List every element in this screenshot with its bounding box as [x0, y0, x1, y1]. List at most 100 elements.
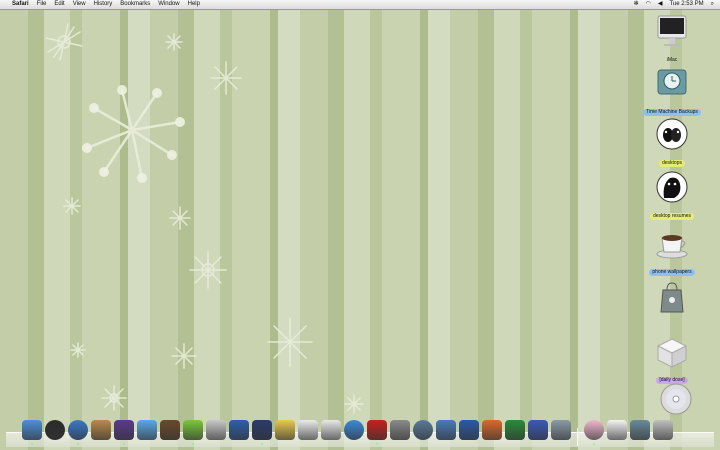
desktop-icon-daily-dose[interactable]: [daily dose]: [640, 334, 704, 386]
dock-item-green-app[interactable]: [183, 420, 203, 445]
dock-item-pen[interactable]: [275, 420, 295, 442]
quicktime-icon: [344, 420, 364, 440]
dock-item-time-machine-dock[interactable]: [413, 420, 433, 442]
desktop-icon-desktops[interactable]: desktops: [640, 117, 704, 169]
dock-item-address-book[interactable]: [91, 420, 111, 442]
desktop-icon-bag[interactable]: [640, 280, 704, 314]
wizard-icon: [114, 420, 134, 440]
desktop-icon-dvd[interactable]: [644, 382, 708, 416]
documents-stack-icon: [607, 420, 627, 440]
folder-stack-icon: [630, 420, 650, 440]
snowflake-pattern: [45, 23, 364, 414]
running-indicator: [261, 443, 263, 445]
safari-icon: [68, 420, 88, 440]
desktop-icon-label: iMac: [666, 57, 678, 63]
running-indicator: [192, 443, 194, 445]
preview-icon: [229, 420, 249, 440]
itunes-icon: [137, 420, 157, 440]
dock-item-safari[interactable]: [68, 420, 88, 445]
desktop-icon-label: desktops: [658, 160, 685, 167]
photo-booth-icon: [160, 420, 180, 440]
desktop-icon-imac[interactable]: iMac: [640, 14, 704, 66]
ical-icon: [321, 420, 341, 440]
excel-icon: [505, 420, 525, 440]
menu-window[interactable]: Window: [158, 0, 179, 9]
menu-edit[interactable]: Edit: [54, 0, 64, 9]
running-indicator: [593, 443, 595, 445]
address-book-icon: [91, 420, 111, 440]
menu-bookmarks[interactable]: Bookmarks: [120, 0, 150, 9]
dock-item-preview[interactable]: [229, 420, 249, 442]
trash-icon: [653, 420, 673, 440]
dock-item-ipod[interactable]: [584, 420, 604, 445]
dock-item-documents-stack[interactable]: [607, 420, 627, 442]
dock-item-finder[interactable]: [22, 420, 42, 445]
dock-item-photo-booth[interactable]: [160, 420, 180, 442]
pen-icon: [275, 420, 295, 440]
fruit-icon: [436, 420, 456, 440]
powerpoint-icon: [482, 420, 502, 440]
desktop-icon-label: Time Machine Backups: [643, 109, 701, 116]
dock-item-calculator[interactable]: [206, 420, 226, 442]
running-indicator: [31, 443, 33, 445]
desktop-icon-label: desktop resumes: [649, 213, 695, 220]
imac-icon: [654, 14, 690, 48]
dock-item-wizard[interactable]: [114, 420, 134, 445]
running-indicator: [77, 443, 79, 445]
dock-item-fruit[interactable]: [436, 420, 456, 442]
textedit-icon: [298, 420, 318, 440]
dock-item-quicktime[interactable]: [344, 420, 364, 442]
dock: [6, 414, 714, 448]
spotlight-icon[interactable]: ⌕: [711, 0, 714, 9]
shopping-bag-icon: [654, 280, 690, 314]
app-menu-safari[interactable]: Safari: [12, 0, 29, 9]
bluetooth-icon: [528, 420, 548, 440]
finder-icon: [22, 420, 42, 440]
dock-item-flash-card[interactable]: [367, 420, 387, 445]
cats-folder-icon: [654, 117, 690, 151]
dock-separator: [577, 428, 578, 446]
dock-item-system-preferences[interactable]: [390, 420, 410, 442]
coffee-cup-icon: [654, 226, 690, 260]
volume-icon[interactable]: ◀: [658, 0, 663, 9]
utility-icon: [551, 420, 571, 440]
time-machine-icon: [654, 66, 690, 100]
dock-item-ical[interactable]: [321, 420, 341, 442]
menu-help[interactable]: Help: [188, 0, 200, 9]
dashboard-icon: [45, 420, 65, 440]
running-indicator: [376, 443, 378, 445]
dock-item-word[interactable]: [459, 420, 479, 442]
menu-history[interactable]: History: [94, 0, 113, 9]
flash-card-icon: [367, 420, 387, 440]
calculator-icon: [206, 420, 226, 440]
cat-folder-icon: [654, 170, 690, 204]
system-preferences-icon: [390, 420, 410, 440]
dock-item-utility[interactable]: [551, 420, 571, 442]
ipod-icon: [584, 420, 604, 440]
dock-item-bluetooth[interactable]: [528, 420, 548, 442]
dock-item-excel[interactable]: [505, 420, 525, 442]
wifi-icon[interactable]: ◠: [646, 0, 651, 9]
dock-item-camino[interactable]: [252, 420, 272, 445]
running-indicator: [123, 443, 125, 445]
dock-item-trash[interactable]: [653, 420, 673, 442]
camino-icon: [252, 420, 272, 440]
menu-file[interactable]: File: [37, 0, 47, 9]
menu-view[interactable]: View: [73, 0, 86, 9]
green-app-icon: [183, 420, 203, 440]
time-machine-dock-icon: [413, 420, 433, 440]
dock-item-textedit[interactable]: [298, 420, 318, 442]
desktop-icon-phone-wallpapers[interactable]: phone wallpapers: [640, 226, 704, 278]
dock-item-dashboard[interactable]: [45, 420, 65, 442]
word-icon: [459, 420, 479, 440]
box-icon: [654, 334, 690, 368]
menubar-clock[interactable]: Tue 2:53 PM: [669, 0, 703, 9]
dock-item-powerpoint[interactable]: [482, 420, 502, 442]
dock-item-itunes[interactable]: [137, 420, 157, 442]
desktop-icon-label: phone wallpapers: [649, 269, 695, 276]
bluetooth-icon[interactable]: ✻: [634, 0, 639, 9]
dock-item-folder-stack[interactable]: [630, 420, 650, 442]
desktop-icon-desktop-resumes[interactable]: desktop resumes: [640, 170, 704, 222]
menu-bar: Safari File Edit View History Bookmarks …: [0, 0, 720, 10]
desktop-icon-time-machine[interactable]: Time Machine Backups: [640, 66, 704, 118]
